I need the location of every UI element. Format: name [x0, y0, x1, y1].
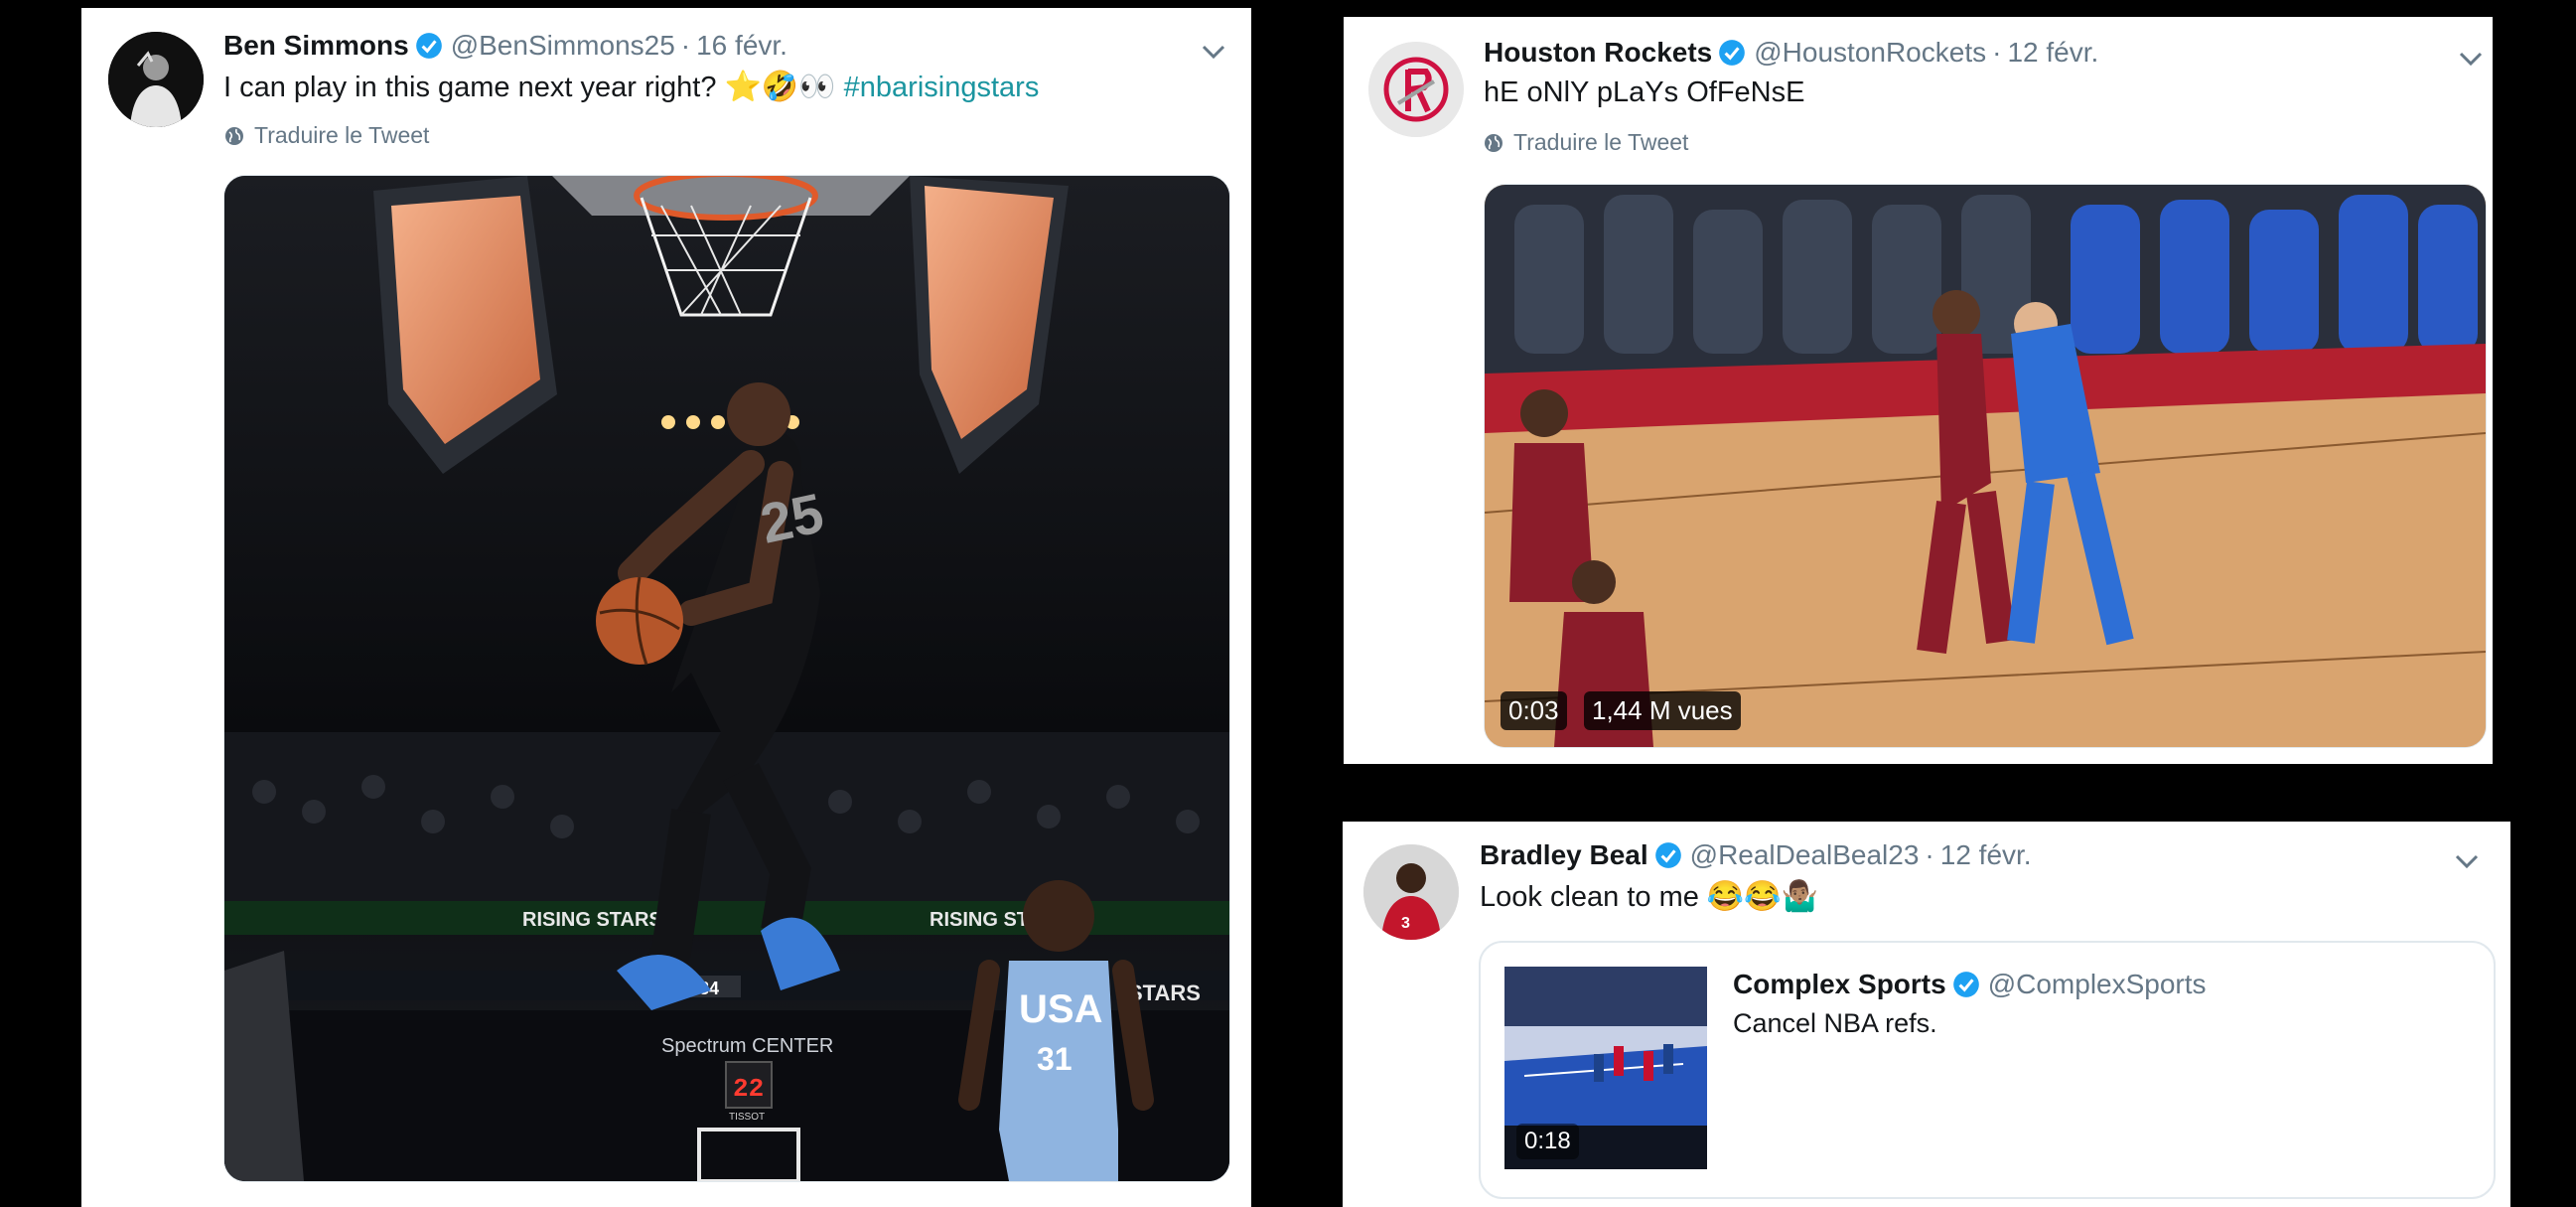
dunk-photo: RISING STARS RISING STARS 84 STARS Spect…	[224, 176, 1229, 1181]
banner-text-left: RISING STARS	[522, 909, 662, 931]
quoted-user-handle[interactable]: @ComplexSports	[1988, 969, 2207, 1000]
video-time-badge: 0:03	[1501, 691, 1567, 730]
separator-dot: ·	[680, 30, 691, 61]
tweet-emoji: ⭐🤣👀	[724, 71, 836, 103]
tweet-body: Look clean to me 😂😂🤷🏽‍♂️	[1480, 879, 1818, 914]
shot-clock-sponsor: TISSOT	[729, 1112, 765, 1123]
verified-badge-icon	[1719, 40, 1746, 66]
user-handle[interactable]: @BenSimmons25	[451, 30, 675, 62]
separator-dot: ·	[1992, 37, 2002, 68]
translate-label: Traduire le Tweet	[1513, 129, 1689, 155]
banner-text-far-right: STARS	[1128, 981, 1201, 1005]
chevron-down-icon[interactable]	[1200, 42, 1227, 62]
user-name[interactable]: Houston Rockets	[1484, 37, 1712, 69]
tweet-video[interactable]: 0:03 1,44 M vues	[1484, 184, 2487, 748]
tweet-header: Houston Rockets @HoustonRockets · 12 fév…	[1484, 37, 2098, 69]
avatar-image	[108, 32, 204, 127]
globe-icon	[1485, 133, 1503, 152]
translate-label: Traduire le Tweet	[254, 122, 430, 148]
user-name[interactable]: Bradley Beal	[1480, 839, 1648, 871]
user-name[interactable]: Ben Simmons	[223, 30, 409, 62]
shot-clock: 22	[733, 1074, 764, 1104]
quoted-tweet[interactable]: 0:18 Complex Sports @ComplexSports Cance…	[1479, 941, 2496, 1199]
user-handle[interactable]: @HoustonRockets	[1754, 37, 1986, 69]
tweet-card-ben-simmons[interactable]: Ben Simmons @BenSimmons25 · 16 févr. I c…	[81, 8, 1251, 1207]
tweet-header: Bradley Beal @RealDealBeal23 · 12 févr.	[1480, 839, 2032, 871]
translate-tweet-link[interactable]: Traduire le Tweet	[224, 122, 429, 149]
user-handle[interactable]: @RealDealBeal23	[1690, 839, 1920, 871]
separator-dot: ·	[1925, 839, 1934, 870]
quoted-video-time-badge: 0:18	[1516, 1124, 1579, 1159]
tweet-emoji: 😂😂🤷🏽‍♂️	[1706, 880, 1818, 913]
translate-tweet-link[interactable]: Traduire le Tweet	[1484, 129, 1688, 156]
quoted-user-name[interactable]: Complex Sports	[1733, 969, 1946, 1000]
verified-badge-icon	[1654, 842, 1681, 868]
chevron-down-icon[interactable]	[2453, 851, 2481, 871]
rockets-logo-icon	[1368, 42, 1464, 137]
hashtag-link[interactable]: #nbarisingstars	[844, 72, 1040, 103]
jersey-number: 31	[1037, 1041, 1073, 1077]
avatar-image: 3	[1363, 844, 1459, 940]
globe-icon	[225, 126, 243, 145]
verified-badge-icon	[415, 33, 442, 59]
avatar[interactable]: 3	[1363, 844, 1459, 940]
tweet-date[interactable]: 12 févr.	[2007, 37, 2098, 69]
tweet-text: I can play in this game next year right?	[223, 72, 717, 103]
video-frame	[1485, 185, 2486, 747]
tweet-photo[interactable]: RISING STARS RISING STARS 84 STARS Spect…	[223, 175, 1230, 1182]
jersey-country: USA	[1019, 987, 1102, 1031]
jersey-number-dunker: 25	[755, 481, 828, 555]
quoted-tweet-header: Complex Sports @ComplexSports	[1733, 969, 2207, 1000]
tweet-body: I can play in this game next year right?…	[223, 70, 1039, 104]
svg-text:3: 3	[1401, 915, 1410, 932]
video-views-badge: 1,44 M vues	[1584, 691, 1741, 730]
tweet-date[interactable]: 12 févr.	[1940, 839, 2032, 871]
chevron-down-icon[interactable]	[2457, 49, 2485, 69]
avatar[interactable]	[108, 32, 204, 127]
tweet-text: hE oNlY pLaYs OfFeNsE	[1484, 76, 1805, 108]
tweet-card-bradley-beal[interactable]: 3 Bradley Beal @RealDealBeal23 · 12 févr…	[1343, 822, 2510, 1207]
arena-sign: Spectrum CENTER	[661, 1035, 833, 1057]
avatar[interactable]	[1368, 42, 1464, 137]
tweet-date[interactable]: 16 févr.	[696, 30, 787, 62]
tweet-text: Look clean to me	[1480, 881, 1699, 913]
quoted-video-thumbnail[interactable]: 0:18	[1504, 967, 1707, 1169]
verified-badge-icon	[1952, 972, 1979, 997]
tweet-card-houston-rockets[interactable]: Houston Rockets @HoustonRockets · 12 fév…	[1344, 17, 2493, 764]
quoted-tweet-text: Cancel NBA refs.	[1733, 1008, 1937, 1038]
tweet-header: Ben Simmons @BenSimmons25 · 16 févr.	[223, 30, 787, 62]
